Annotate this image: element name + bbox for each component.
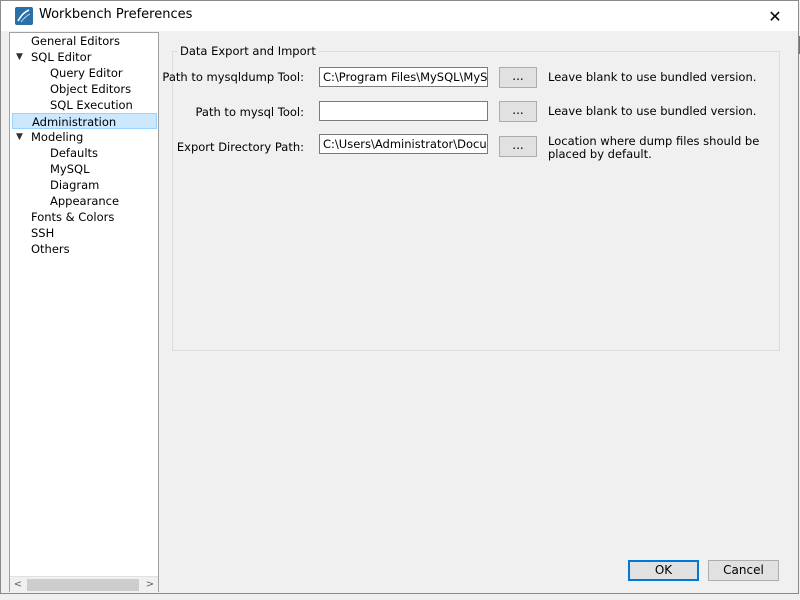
preferences-dialog: Workbench Preferences ✕ General Editors … xyxy=(0,0,799,594)
mysqldump-hint: Leave blank to use bundled version. xyxy=(548,70,757,84)
expand-arrow-icon[interactable]: ▼ xyxy=(16,49,26,65)
cancel-button[interactable]: Cancel xyxy=(708,560,779,581)
tree-item-label: Appearance xyxy=(50,194,120,208)
tree-item-label: SQL Editor xyxy=(31,50,92,64)
tree-item-label: Fonts & Colors xyxy=(31,210,115,224)
export-directory-hint: Location where dump files should be plac… xyxy=(548,134,760,161)
tree-item-general-editors[interactable]: General Editors xyxy=(31,33,120,49)
tree-item-label: Object Editors xyxy=(50,82,132,96)
scroll-right-icon[interactable]: > xyxy=(142,577,158,593)
tree-item-label: Administration xyxy=(32,115,117,129)
tree-item-modeling[interactable]: Modeling xyxy=(31,129,83,145)
tree-item-label: SQL Execution xyxy=(50,98,133,112)
section-title: Data Export and Import xyxy=(177,44,319,58)
mysqldump-path-input[interactable]: C:\Program Files\MySQL\MySQL Se xyxy=(319,67,488,87)
tree-item-query-editor[interactable]: Query Editor xyxy=(50,65,123,81)
mysql-browse-button[interactable]: ... xyxy=(499,101,537,122)
tree-item-appearance[interactable]: Appearance xyxy=(50,193,119,209)
tree-item-label: Modeling xyxy=(31,130,84,144)
tree-item-diagram[interactable]: Diagram xyxy=(50,177,99,193)
expand-arrow-icon[interactable]: ▼ xyxy=(16,129,26,145)
category-tree[interactable]: General Editors ▼ SQL Editor Query Edito… xyxy=(9,32,159,592)
tree-item-mysql[interactable]: MySQL xyxy=(50,161,90,177)
mysqldump-path-label: Path to mysqldump Tool: xyxy=(162,70,304,84)
title-bar: Workbench Preferences ✕ xyxy=(1,1,798,31)
tree-horizontal-scrollbar[interactable]: < > xyxy=(10,576,158,593)
window-title: Workbench Preferences xyxy=(39,7,193,22)
data-export-import-group xyxy=(172,51,780,351)
tree-item-fonts-colors[interactable]: Fonts & Colors xyxy=(31,209,114,225)
tree-item-label: SSH xyxy=(31,226,55,240)
tree-item-label: General Editors xyxy=(31,34,121,48)
tree-item-label: Query Editor xyxy=(50,66,123,80)
mysql-path-input[interactable] xyxy=(319,101,488,121)
tree-item-object-editors[interactable]: Object Editors xyxy=(50,81,131,97)
export-directory-input[interactable]: C:\Users\Administrator\Documents xyxy=(319,134,488,154)
tree-item-label: MySQL xyxy=(50,162,90,176)
tree-item-label: Defaults xyxy=(50,146,99,160)
scrollbar-thumb[interactable] xyxy=(27,579,139,591)
close-button[interactable]: ✕ xyxy=(752,1,798,31)
tree-item-label: Diagram xyxy=(50,178,100,192)
export-directory-browse-button[interactable]: ... xyxy=(499,136,537,157)
tree-item-sql-editor[interactable]: SQL Editor xyxy=(31,49,91,65)
tree-item-label: Others xyxy=(31,242,70,256)
mysql-path-label: Path to mysql Tool: xyxy=(195,105,304,119)
tree-item-ssh[interactable]: SSH xyxy=(31,225,54,241)
close-icon: ✕ xyxy=(768,6,782,26)
scroll-left-icon[interactable]: < xyxy=(10,577,26,593)
tree-item-defaults[interactable]: Defaults xyxy=(50,145,98,161)
mysql-workbench-icon xyxy=(15,7,33,25)
ok-button[interactable]: OK xyxy=(628,560,699,581)
mysqldump-browse-button[interactable]: ... xyxy=(499,67,537,88)
tree-item-sql-execution[interactable]: SQL Execution xyxy=(50,97,133,113)
tree-item-others[interactable]: Others xyxy=(31,241,70,257)
mysql-hint: Leave blank to use bundled version. xyxy=(548,104,757,118)
tree-item-administration[interactable]: Administration xyxy=(12,113,157,129)
export-directory-label: Export Directory Path: xyxy=(176,140,304,154)
